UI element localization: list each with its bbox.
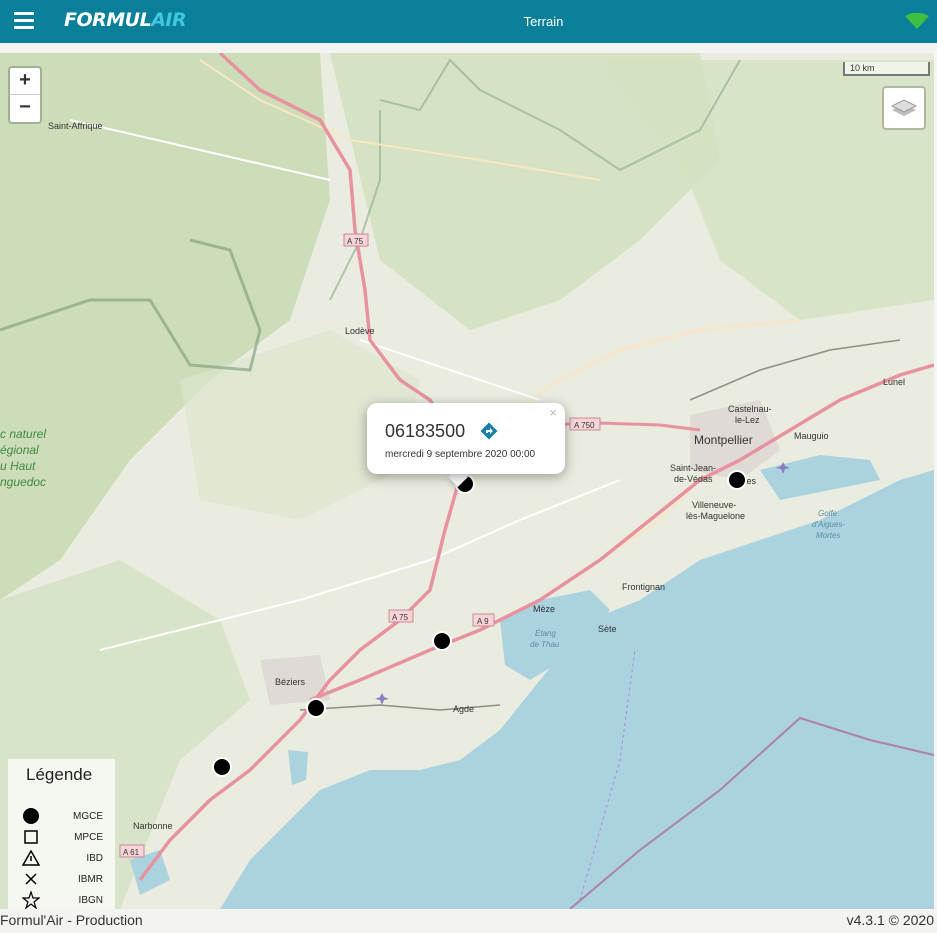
place-label: Étang <box>535 629 556 638</box>
place-label: Béziers <box>275 677 306 687</box>
place-label: Lodève <box>345 326 375 336</box>
svg-text:A 75: A 75 <box>392 613 409 622</box>
legend-label: MPCE <box>74 832 103 843</box>
place-label: le-Lez <box>735 415 760 425</box>
place-label: nguedoc <box>0 475 46 489</box>
road-shield-a9: A 9 <box>472 613 495 627</box>
road-shield-a75-south: A 75 <box>388 609 414 623</box>
place-label: Sète <box>598 624 617 634</box>
svg-text:A 9: A 9 <box>477 617 489 626</box>
legend-label: IBGN <box>78 895 103 906</box>
legend-title: Légende <box>26 765 93 784</box>
place-label: d'Aigues- <box>812 520 845 529</box>
place-label: Golfe <box>818 509 838 518</box>
popup-close-button[interactable]: × <box>549 405 557 420</box>
place-label: Mauguio <box>794 431 829 441</box>
place-label: Lunel <box>883 377 905 387</box>
place-label: Villeneuve- <box>692 500 736 510</box>
legend-item: IBGN <box>18 890 113 910</box>
station-marker[interactable] <box>727 470 747 490</box>
measurement-date: mercredi 9 septembre 2020 00:00 <box>385 449 536 460</box>
place-label: u Haut <box>0 459 36 473</box>
station-popup: × 06183500 mercredi 9 septembre 2020 00:… <box>367 403 565 474</box>
place-label: de-Védas <box>674 474 713 484</box>
header-spacer <box>0 43 937 53</box>
place-label: Mèze <box>533 604 555 614</box>
warning-triangle-icon <box>22 850 40 866</box>
legend-item: MPCE <box>18 827 113 847</box>
wifi-signal-icon <box>905 13 929 29</box>
svg-text:A 75: A 75 <box>347 237 364 246</box>
svg-text:A 61: A 61 <box>123 848 140 857</box>
road-shield-a750: A 750 <box>569 417 601 431</box>
place-label: Saint-Jean- <box>670 463 716 473</box>
place-label: de Thau <box>530 640 560 649</box>
star-outline-icon <box>22 891 40 909</box>
place-label: Montpellier <box>694 433 753 447</box>
layers-button[interactable] <box>882 86 926 130</box>
road-shield-a75-north: A 75 <box>343 233 369 247</box>
place-label: Mortes <box>816 531 840 540</box>
place-label: lès-Maguelone <box>686 511 745 521</box>
legend-panel: Légende MGCE MPCE IBD IBMR IBGN <box>8 759 115 909</box>
place-label: Narbonne <box>133 821 173 831</box>
app-header: FORMULAIR Terrain <box>0 0 937 43</box>
page-title: Terrain <box>523 14 564 29</box>
legend-label: MGCE <box>73 811 103 822</box>
version-label: v4.3.1 © 2020 <box>846 912 934 928</box>
place-label: c naturel <box>0 427 46 441</box>
place-label: Agde <box>453 704 474 714</box>
station-marker[interactable] <box>306 698 326 718</box>
station-id: 06183500 <box>385 421 466 441</box>
cross-icon <box>25 873 37 885</box>
legend-label: IBD <box>86 853 103 864</box>
app-footer: Formul'Air - Production v4.3.1 © 2020 <box>0 909 937 933</box>
filled-circle-icon <box>23 808 39 824</box>
layers-icon <box>890 99 918 116</box>
svg-text:A 750: A 750 <box>574 421 595 430</box>
legend-item: MGCE <box>18 806 113 826</box>
station-marker[interactable] <box>212 757 232 777</box>
legend-item: IBD <box>18 848 113 868</box>
zoom-control: + − <box>8 66 42 124</box>
station-marker[interactable] <box>432 631 452 651</box>
legend-label: IBMR <box>78 874 103 885</box>
directions-icon[interactable] <box>480 422 498 440</box>
legend-item: IBMR <box>18 869 113 889</box>
zoom-out-button[interactable]: − <box>10 95 40 121</box>
scale-bar: 10 km <box>843 62 930 76</box>
place-label: Frontignan <box>622 582 665 592</box>
place-label: Castelnau- <box>728 404 772 414</box>
place-label: égional <box>0 443 39 457</box>
environment-label: Formul'Air - Production <box>0 912 143 928</box>
place-label: Saint-Affrique <box>48 121 102 131</box>
road-shield-a61: A 61 <box>119 844 145 858</box>
zoom-in-button[interactable]: + <box>10 68 40 95</box>
square-outline-icon <box>24 830 38 844</box>
